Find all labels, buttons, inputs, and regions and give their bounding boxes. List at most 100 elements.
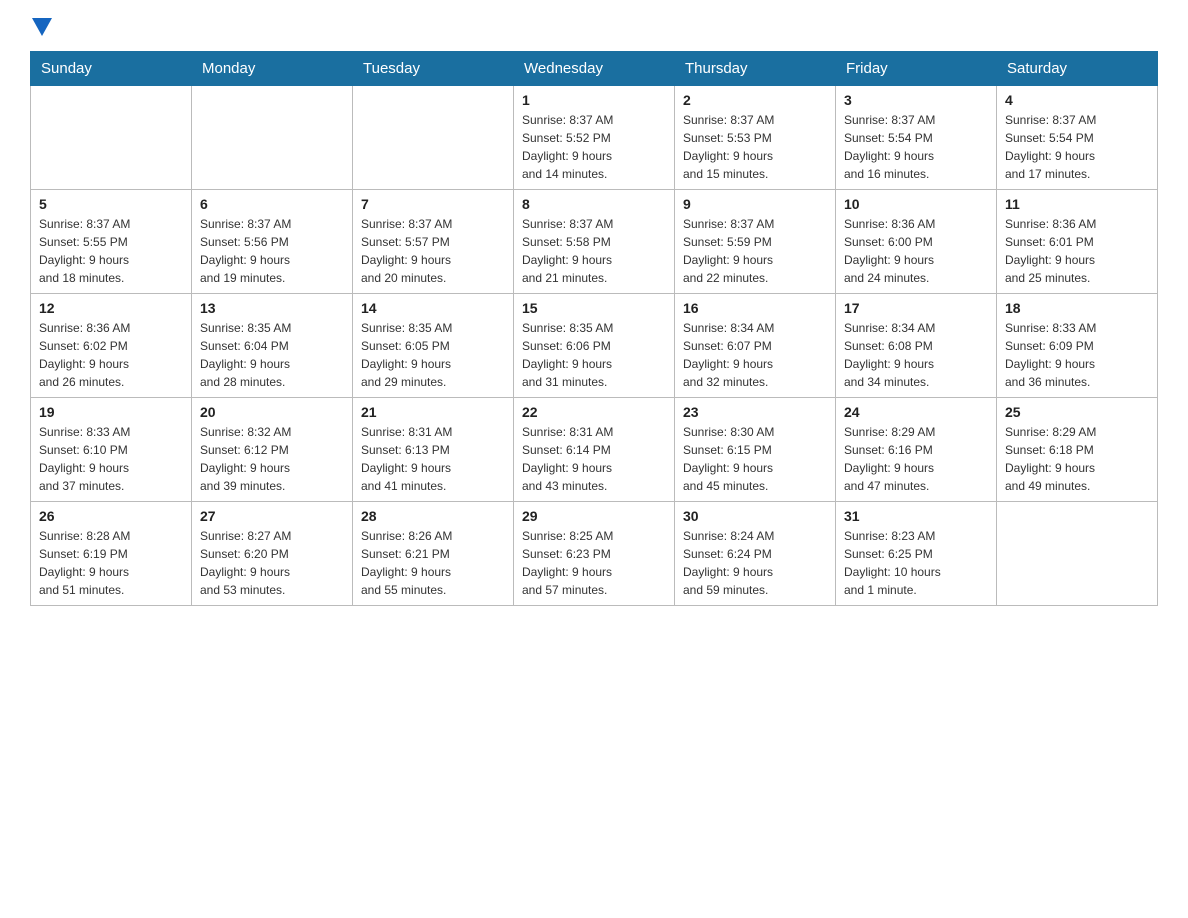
day-of-week-header: Tuesday: [353, 52, 514, 86]
calendar-cell: 15Sunrise: 8:35 AM Sunset: 6:06 PM Dayli…: [514, 294, 675, 398]
day-info: Sunrise: 8:37 AM Sunset: 5:54 PM Dayligh…: [844, 111, 988, 183]
day-of-week-header: Wednesday: [514, 52, 675, 86]
day-info: Sunrise: 8:33 AM Sunset: 6:09 PM Dayligh…: [1005, 319, 1149, 391]
calendar-table: SundayMondayTuesdayWednesdayThursdayFrid…: [30, 51, 1158, 606]
day-of-week-header: Sunday: [31, 52, 192, 86]
day-info: Sunrise: 8:37 AM Sunset: 5:58 PM Dayligh…: [522, 215, 666, 287]
calendar-cell: 7Sunrise: 8:37 AM Sunset: 5:57 PM Daylig…: [353, 190, 514, 294]
calendar-cell: 8 Sunrise: 8:37 AM Sunset: 5:58 PM Daylig…: [514, 190, 675, 294]
day-info: Sunrise: 8:37 AM Sunset: 5:54 PM Dayligh…: [1005, 111, 1149, 183]
calendar-cell: 2 Sunrise: 8:37 AM Sunset: 5:53 PM Daylig…: [675, 86, 836, 190]
day-number: 28: [361, 508, 505, 524]
day-info: Sunrise: 8:37 AM Sunset: 5:53 PM Dayligh…: [683, 111, 827, 183]
day-number: 25: [1005, 404, 1149, 420]
days-of-week-row: SundayMondayTuesdayWednesdayThursdayFrid…: [31, 52, 1158, 86]
calendar-cell: 20 Sunrise: 8:32 AM Sunset: 6:12 PM Dayli…: [192, 398, 353, 502]
logo-arrow-icon: [32, 18, 52, 41]
day-info: Sunrise: 8:34 AM Sunset: 6:07 PM Dayligh…: [683, 319, 827, 391]
day-number: 31: [844, 508, 988, 524]
calendar-header: SundayMondayTuesdayWednesdayThursdayFrid…: [31, 52, 1158, 86]
day-info: Sunrise: 8:29 AM Sunset: 6:18 PM Dayligh…: [1005, 423, 1149, 495]
day-info: Sunrise: 8:36 AM Sunset: 6:02 PM Dayligh…: [39, 319, 183, 391]
day-number: 26: [39, 508, 183, 524]
calendar-cell: 10 Sunrise: 8:36 AM Sunset: 6:00 PM Dayli…: [836, 190, 997, 294]
day-info: Sunrise: 8:23 AM Sunset: 6:25 PM Dayligh…: [844, 527, 988, 599]
day-number: 30: [683, 508, 827, 524]
calendar-cell: 26 Sunrise: 8:28 AM Sunset: 6:19 PM Dayli…: [31, 502, 192, 606]
day-of-week-header: Friday: [836, 52, 997, 86]
day-number: 15: [522, 300, 666, 316]
calendar-cell: 19Sunrise: 8:33 AM Sunset: 6:10 PM Dayli…: [31, 398, 192, 502]
day-number: 21: [361, 404, 505, 420]
day-number: 10: [844, 196, 988, 212]
day-info: Sunrise: 8:35 AM Sunset: 6:04 PM Dayligh…: [200, 319, 344, 391]
calendar-week-row: 19Sunrise: 8:33 AM Sunset: 6:10 PM Dayli…: [31, 398, 1158, 502]
day-number: 14: [361, 300, 505, 316]
calendar-cell: 14 Sunrise: 8:35 AM Sunset: 6:05 PM Dayli…: [353, 294, 514, 398]
calendar-body: 1 Sunrise: 8:37 AM Sunset: 5:52 PM Daylig…: [31, 86, 1158, 606]
day-number: 8: [522, 196, 666, 212]
day-info: Sunrise: 8:35 AM Sunset: 6:05 PM Dayligh…: [361, 319, 505, 391]
page-header: [30, 20, 1158, 41]
day-number: 6: [200, 196, 344, 212]
day-info: Sunrise: 8:24 AM Sunset: 6:24 PM Dayligh…: [683, 527, 827, 599]
day-of-week-header: Monday: [192, 52, 353, 86]
day-number: 4: [1005, 92, 1149, 108]
day-of-week-header: Thursday: [675, 52, 836, 86]
day-info: Sunrise: 8:36 AM Sunset: 6:01 PM Dayligh…: [1005, 215, 1149, 287]
day-number: 5: [39, 196, 183, 212]
day-info: Sunrise: 8:27 AM Sunset: 6:20 PM Dayligh…: [200, 527, 344, 599]
day-info: Sunrise: 8:34 AM Sunset: 6:08 PM Dayligh…: [844, 319, 988, 391]
calendar-week-row: 1 Sunrise: 8:37 AM Sunset: 5:52 PM Daylig…: [31, 86, 1158, 190]
day-number: 3: [844, 92, 988, 108]
day-number: 2: [683, 92, 827, 108]
day-of-week-header: Saturday: [997, 52, 1158, 86]
day-info: Sunrise: 8:30 AM Sunset: 6:15 PM Dayligh…: [683, 423, 827, 495]
day-info: Sunrise: 8:37 AM Sunset: 5:57 PM Dayligh…: [361, 215, 505, 287]
day-number: 9: [683, 196, 827, 212]
calendar-cell: 31 Sunrise: 8:23 AM Sunset: 6:25 PM Dayli…: [836, 502, 997, 606]
day-number: 16: [683, 300, 827, 316]
calendar-cell: [353, 86, 514, 190]
day-number: 23: [683, 404, 827, 420]
day-info: Sunrise: 8:36 AM Sunset: 6:00 PM Dayligh…: [844, 215, 988, 287]
calendar-cell: 22Sunrise: 8:31 AM Sunset: 6:14 PM Dayli…: [514, 398, 675, 502]
day-number: 19: [39, 404, 183, 420]
calendar-week-row: 5 Sunrise: 8:37 AM Sunset: 5:55 PM Daylig…: [31, 190, 1158, 294]
calendar-cell: 27 Sunrise: 8:27 AM Sunset: 6:20 PM Dayli…: [192, 502, 353, 606]
calendar-cell: 24 Sunrise: 8:29 AM Sunset: 6:16 PM Dayli…: [836, 398, 997, 502]
calendar-cell: [31, 86, 192, 190]
calendar-cell: 4 Sunrise: 8:37 AM Sunset: 5:54 PM Daylig…: [997, 86, 1158, 190]
day-number: 13: [200, 300, 344, 316]
day-number: 22: [522, 404, 666, 420]
day-info: Sunrise: 8:37 AM Sunset: 5:55 PM Dayligh…: [39, 215, 183, 287]
day-info: Sunrise: 8:25 AM Sunset: 6:23 PM Dayligh…: [522, 527, 666, 599]
calendar-cell: 23 Sunrise: 8:30 AM Sunset: 6:15 PM Dayli…: [675, 398, 836, 502]
day-info: Sunrise: 8:29 AM Sunset: 6:16 PM Dayligh…: [844, 423, 988, 495]
day-info: Sunrise: 8:31 AM Sunset: 6:13 PM Dayligh…: [361, 423, 505, 495]
day-info: Sunrise: 8:37 AM Sunset: 5:52 PM Dayligh…: [522, 111, 666, 183]
day-number: 27: [200, 508, 344, 524]
calendar-cell: 30 Sunrise: 8:24 AM Sunset: 6:24 PM Dayli…: [675, 502, 836, 606]
day-info: Sunrise: 8:26 AM Sunset: 6:21 PM Dayligh…: [361, 527, 505, 599]
calendar-cell: 9Sunrise: 8:37 AM Sunset: 5:59 PM Daylig…: [675, 190, 836, 294]
day-number: 1: [522, 92, 666, 108]
day-number: 20: [200, 404, 344, 420]
day-info: Sunrise: 8:32 AM Sunset: 6:12 PM Dayligh…: [200, 423, 344, 495]
calendar-cell: 6 Sunrise: 8:37 AM Sunset: 5:56 PM Daylig…: [192, 190, 353, 294]
calendar-cell: 1 Sunrise: 8:37 AM Sunset: 5:52 PM Daylig…: [514, 86, 675, 190]
calendar-cell: 28 Sunrise: 8:26 AM Sunset: 6:21 PM Dayli…: [353, 502, 514, 606]
calendar-cell: 11Sunrise: 8:36 AM Sunset: 6:01 PM Dayli…: [997, 190, 1158, 294]
calendar-cell: [997, 502, 1158, 606]
calendar-cell: 13 Sunrise: 8:35 AM Sunset: 6:04 PM Dayli…: [192, 294, 353, 398]
calendar-cell: 18 Sunrise: 8:33 AM Sunset: 6:09 PM Dayli…: [997, 294, 1158, 398]
day-info: Sunrise: 8:37 AM Sunset: 5:56 PM Dayligh…: [200, 215, 344, 287]
day-number: 12: [39, 300, 183, 316]
day-number: 24: [844, 404, 988, 420]
calendar-week-row: 26 Sunrise: 8:28 AM Sunset: 6:19 PM Dayli…: [31, 502, 1158, 606]
calendar-cell: 17 Sunrise: 8:34 AM Sunset: 6:08 PM Dayli…: [836, 294, 997, 398]
day-number: 18: [1005, 300, 1149, 316]
calendar-cell: 16 Sunrise: 8:34 AM Sunset: 6:07 PM Dayli…: [675, 294, 836, 398]
day-info: Sunrise: 8:28 AM Sunset: 6:19 PM Dayligh…: [39, 527, 183, 599]
day-number: 17: [844, 300, 988, 316]
